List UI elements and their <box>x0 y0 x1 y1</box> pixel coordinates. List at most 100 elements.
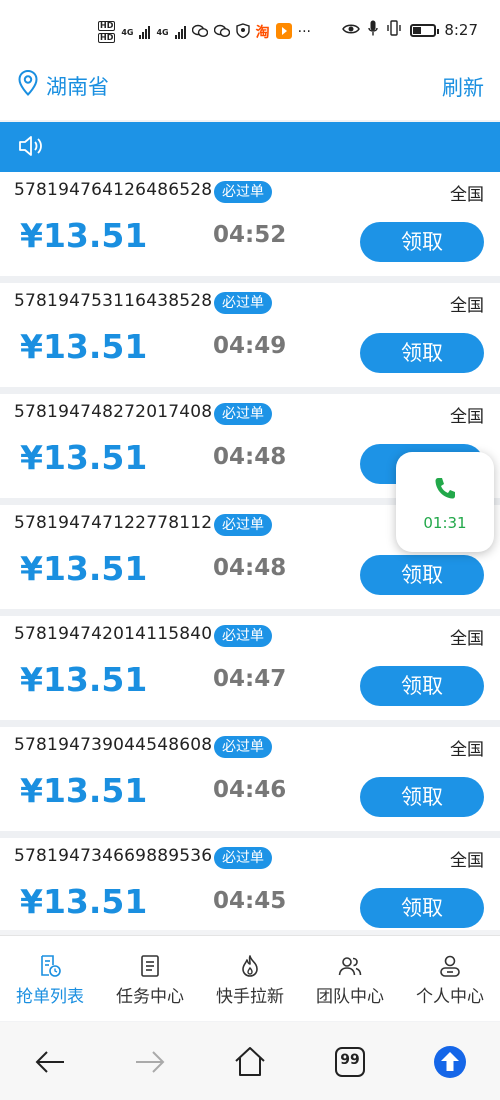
tab-kuaishou-invite[interactable]: 快手拉新 <box>200 936 300 1022</box>
order-id: 578194748272017408 <box>14 402 213 422</box>
province-label: 湖南省 <box>46 74 109 99</box>
region-label: 全国 <box>450 740 484 760</box>
wechat-icon-2 <box>213 24 230 41</box>
flame-icon <box>242 955 258 977</box>
location-pin-icon <box>18 69 38 101</box>
taobao-icon: 淘 <box>255 25 270 41</box>
must-pass-badge: 必过单 <box>214 292 272 314</box>
countdown: 04:48 <box>213 555 287 581</box>
tab-label: 任务中心 <box>116 987 184 1007</box>
claim-button[interactable]: 领取 <box>360 333 484 373</box>
countdown: 04:47 <box>213 666 287 692</box>
order-price: ¥13.51 <box>20 660 148 699</box>
status-left-icons: HD HD 4G 4G 淘 ··· <box>98 18 311 46</box>
document-icon <box>141 955 159 977</box>
region-label: 全国 <box>450 296 484 316</box>
browser-nav-bar: 99 <box>0 1022 500 1100</box>
countdown: 04:48 <box>213 444 287 470</box>
bottom-tab-bar: 抢单列表 任务中心 快手拉新 团队中心 个人中心 <box>0 935 500 1021</box>
network-type-1: 4G <box>121 27 134 37</box>
tab-order-list[interactable]: 抢单列表 <box>0 936 100 1022</box>
order-card: 578194742014115840 必过单 全国 ¥13.51 04:47 领… <box>0 616 500 727</box>
divider <box>0 831 500 838</box>
divider <box>0 609 500 616</box>
shield-icon <box>235 23 250 41</box>
order-price: ¥13.51 <box>20 438 148 477</box>
back-arrow-icon[interactable] <box>30 1042 70 1082</box>
claim-button[interactable]: 领取 <box>360 555 484 595</box>
call-duration: 01:31 <box>423 514 467 532</box>
order-price: ¥13.51 <box>20 216 148 255</box>
order-id: 578194742014115840 <box>14 624 213 644</box>
region-label: 全国 <box>450 851 484 871</box>
tab-personal-center[interactable]: 个人中心 <box>400 936 500 1022</box>
claim-button[interactable]: 领取 <box>360 777 484 817</box>
order-price: ¥13.51 <box>20 882 148 921</box>
home-icon[interactable] <box>230 1042 270 1082</box>
tab-task-center[interactable]: 任务中心 <box>100 936 200 1022</box>
signal-icon <box>139 25 151 39</box>
countdown: 04:52 <box>213 222 287 248</box>
refresh-button[interactable]: 刷新 <box>442 72 484 102</box>
vibrate-icon <box>386 20 402 40</box>
order-price: ¥13.51 <box>20 549 148 588</box>
must-pass-badge: 必过单 <box>214 736 272 758</box>
order-card: 578194739044548608 必过单 全国 ¥13.51 04:46 领… <box>0 727 500 838</box>
must-pass-badge: 必过单 <box>214 625 272 647</box>
status-bar: HD HD 4G 4G 淘 ··· 8:27 <box>0 0 500 62</box>
tab-label: 团队中心 <box>316 987 384 1007</box>
must-pass-badge: 必过单 <box>214 181 272 203</box>
person-icon <box>440 955 460 977</box>
region-label: 全国 <box>450 629 484 649</box>
network-type-2: 4G <box>156 27 169 37</box>
tabs-count-button[interactable]: 99 <box>330 1042 370 1082</box>
hd-indicator: HD HD <box>98 21 116 43</box>
claim-button[interactable]: 领取 <box>360 888 484 928</box>
tab-label: 快手拉新 <box>216 987 284 1007</box>
divider <box>0 720 500 727</box>
notice-bar <box>0 122 500 172</box>
more-notifications: ··· <box>297 24 311 40</box>
order-id: 578194734669889536 <box>14 846 213 866</box>
order-price: ¥13.51 <box>20 327 148 366</box>
video-app-icon <box>275 22 292 42</box>
tab-label: 个人中心 <box>416 987 484 1007</box>
microphone-icon <box>368 20 379 40</box>
claim-button[interactable]: 领取 <box>360 222 484 262</box>
claim-button[interactable]: 领取 <box>360 666 484 706</box>
order-card: 578194734669889536 必过单 全国 ¥13.51 04:45 领… <box>0 838 500 930</box>
must-pass-badge: 必过单 <box>214 847 272 869</box>
clock: 8:27 <box>444 21 478 39</box>
eye-icon <box>342 21 361 39</box>
order-id: 578194753116438528 <box>14 291 213 311</box>
countdown: 04:49 <box>213 333 287 359</box>
upload-icon[interactable] <box>430 1042 470 1082</box>
must-pass-badge: 必过单 <box>214 403 272 425</box>
battery-icon <box>410 23 440 37</box>
countdown: 04:45 <box>213 888 287 914</box>
tab-team-center[interactable]: 团队中心 <box>300 936 400 1022</box>
tab-label: 抢单列表 <box>16 987 84 1007</box>
divider <box>0 276 500 283</box>
order-id: 578194739044548608 <box>14 735 213 755</box>
divider <box>0 387 500 394</box>
order-card: 578194764126486528 必过单 全国 ¥13.51 04:52 领… <box>0 172 500 283</box>
signal-icon-2 <box>174 25 186 39</box>
tabs-count: 99 <box>340 1052 360 1068</box>
order-price: ¥13.51 <box>20 771 148 810</box>
order-id: 578194747122778112 <box>14 513 213 533</box>
team-icon <box>338 957 362 976</box>
forward-arrow-icon[interactable] <box>130 1042 170 1082</box>
order-card: 578194753116438528 必过单 全国 ¥13.51 04:49 领… <box>0 283 500 394</box>
region-label: 全国 <box>450 407 484 427</box>
speaker-icon <box>18 134 44 162</box>
status-right-icons: 8:27 <box>342 20 478 40</box>
phone-icon <box>434 476 456 504</box>
order-id: 578194764126486528 <box>14 180 213 200</box>
wechat-icon <box>191 24 208 41</box>
countdown: 04:46 <box>213 777 287 803</box>
floating-call-widget[interactable]: 01:31 <box>396 452 494 552</box>
must-pass-badge: 必过单 <box>214 514 272 536</box>
location-selector[interactable]: 湖南省 <box>18 69 109 101</box>
region-label: 全国 <box>450 185 484 205</box>
